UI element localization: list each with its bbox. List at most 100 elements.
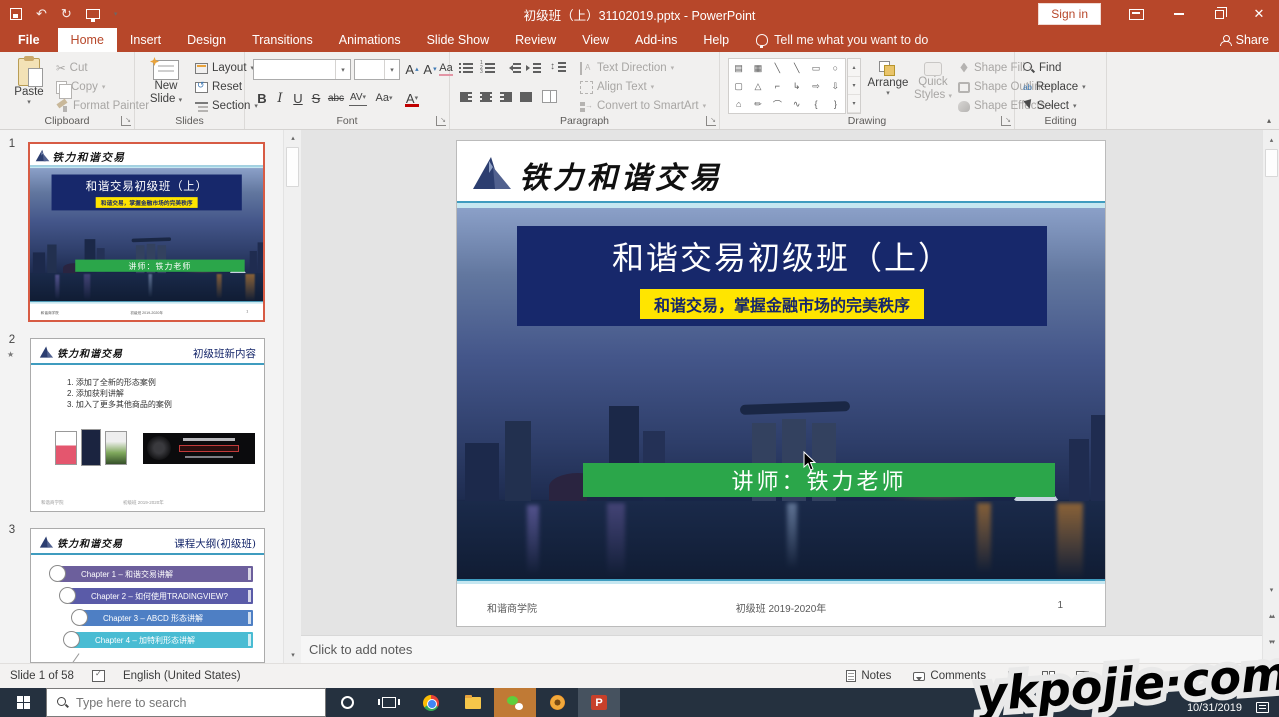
dialog-launcher-paragraph[interactable]: ↘ xyxy=(706,116,716,126)
tab-file[interactable]: File xyxy=(0,28,58,52)
italic-button[interactable]: I xyxy=(271,88,289,108)
numbering-icon[interactable] xyxy=(480,61,496,75)
taskbar-search[interactable] xyxy=(46,688,326,717)
language-indicator[interactable]: English (United States) xyxy=(123,670,241,682)
slide-title-box[interactable]: 和谐交易初级班（上） 和谐交易，掌握金融市场的完美秩序 xyxy=(517,226,1047,326)
align-center-icon[interactable] xyxy=(478,90,494,104)
thumbnail-slide-3[interactable]: 铁力和谐交易 课程大纲(初级班) Chapter 1 – 和谐交易讲解 Chap… xyxy=(30,528,265,663)
tab-help[interactable]: Help xyxy=(690,28,742,52)
shape-arrow-line[interactable]: ╲ xyxy=(787,59,806,77)
shape-left-brace[interactable]: { xyxy=(806,95,825,113)
scrollbar-thumb[interactable] xyxy=(1265,149,1278,177)
search-input[interactable] xyxy=(76,696,296,710)
tab-addins[interactable]: Add-ins xyxy=(622,28,690,52)
scrollbar-thumb[interactable] xyxy=(286,147,299,187)
customize-qat-icon[interactable]: ▾ xyxy=(114,11,118,18)
justify-icon[interactable] xyxy=(518,90,534,104)
collapse-ribbon-button[interactable]: ▴ xyxy=(1267,116,1271,125)
powerpoint-taskbar-button[interactable]: P xyxy=(578,688,620,717)
minimize-button[interactable] xyxy=(1159,0,1199,28)
dialog-launcher-drawing[interactable]: ↘ xyxy=(1001,116,1011,126)
chrome-taskbar-button[interactable] xyxy=(410,688,452,717)
align-text-button[interactable]: Align Text ▾ xyxy=(580,78,654,96)
tab-design[interactable]: Design xyxy=(174,28,239,52)
thumbnail-scrollbar[interactable]: ▴ ▾ xyxy=(283,130,301,663)
sign-in-button[interactable]: Sign in xyxy=(1038,3,1101,25)
taskbar-date[interactable]: 10/31/2019 xyxy=(1187,702,1242,714)
character-spacing-button[interactable]: AV▾ xyxy=(349,90,367,106)
main-vertical-scrollbar[interactable]: ▴ ▾ ▴▴ ▾▾ xyxy=(1262,130,1279,663)
skyline-photo[interactable]: 和谐交易初级班（上） 和谐交易，掌握金融市场的完美秩序 讲师：铁力老师 xyxy=(457,208,1105,581)
footer-slide-number[interactable]: 1 xyxy=(1057,600,1063,611)
convert-smartart-button[interactable]: Convert to SmartArt ▾ xyxy=(580,97,706,115)
scroll-down-arrow[interactable]: ▾ xyxy=(284,647,302,663)
text-shadow-button[interactable]: S xyxy=(307,88,325,108)
select-button[interactable]: Select ▾ xyxy=(1023,97,1076,115)
taskbar-clock-area[interactable]: 10/31/2019 xyxy=(1187,688,1279,717)
scroll-down-arrow[interactable]: ▾ xyxy=(1263,582,1279,598)
bullets-icon[interactable] xyxy=(458,61,474,75)
file-explorer-taskbar-button[interactable] xyxy=(452,688,494,717)
notification-center-icon[interactable] xyxy=(1256,702,1269,713)
tab-insert[interactable]: Insert xyxy=(117,28,174,52)
start-from-beginning-icon[interactable] xyxy=(86,9,100,19)
tab-view[interactable]: View xyxy=(569,28,622,52)
shapes-gallery-more[interactable]: ▾ xyxy=(848,95,860,113)
shape-textbox[interactable]: ▤ xyxy=(729,59,748,77)
shape-triangle[interactable]: △ xyxy=(748,77,767,95)
tab-slideshow[interactable]: Slide Show xyxy=(414,28,503,52)
shape-oval[interactable]: ○ xyxy=(826,59,845,77)
slide-editor[interactable]: 铁力和谐交易 xyxy=(456,140,1106,627)
arrange-button[interactable]: Arrange ▾ xyxy=(865,56,911,116)
paste-button[interactable]: Paste ▾ xyxy=(6,56,52,116)
shape-elbow[interactable]: ⌐ xyxy=(768,77,787,95)
decrease-indent-icon[interactable] xyxy=(506,61,522,75)
reset-button[interactable]: Reset xyxy=(195,78,242,96)
find-button[interactable]: Find xyxy=(1023,59,1061,77)
slide-canvas[interactable]: 铁力和谐交易 xyxy=(301,130,1262,635)
replace-button[interactable]: ab Replace ▾ xyxy=(1023,78,1086,96)
notes-placeholder[interactable]: Click to add notes xyxy=(309,642,412,657)
normal-view-button[interactable] xyxy=(1008,671,1020,681)
shape-right-brace[interactable]: } xyxy=(826,95,845,113)
tell-me-box[interactable]: Tell me what you want to do xyxy=(756,28,928,52)
underline-button[interactable]: U xyxy=(289,88,307,108)
previous-slide-button[interactable]: ▴▴ xyxy=(1263,608,1279,624)
shapes-scroll-up[interactable]: ▴ xyxy=(848,59,860,77)
tab-transitions[interactable]: Transitions xyxy=(239,28,326,52)
share-button[interactable]: Share xyxy=(1220,28,1269,52)
shape-rectangle[interactable]: ▭ xyxy=(806,59,825,77)
comments-toggle-button[interactable]: Comments xyxy=(913,670,986,682)
cortana-button[interactable] xyxy=(326,688,368,717)
align-right-icon[interactable] xyxy=(498,90,514,104)
new-slide-button[interactable]: NewSlide ▾ xyxy=(143,56,189,116)
slide-subtitle[interactable]: 和谐交易，掌握金融市场的完美秩序 xyxy=(640,289,924,319)
scroll-up-arrow[interactable]: ▴ xyxy=(284,130,302,146)
shape-placeholder[interactable]: ▦ xyxy=(748,59,767,77)
ribbon-display-options-button[interactable] xyxy=(1119,0,1159,28)
align-left-icon[interactable] xyxy=(458,90,474,104)
line-spacing-icon[interactable] xyxy=(550,61,566,75)
slide-title[interactable]: 和谐交易初级班（上） xyxy=(612,233,952,279)
shape-rounded-rectangle[interactable]: ▢ xyxy=(729,77,748,95)
task-view-button[interactable] xyxy=(368,688,410,717)
thumbnail-slide-2[interactable]: 铁力和谐交易 初级班新内容 1. 添加了全新的形态案例 2. 添加获利讲解 3.… xyxy=(30,338,265,512)
change-case-button[interactable]: Aa▾ xyxy=(375,88,393,108)
font-name-combobox[interactable]: ▾ xyxy=(253,59,351,80)
next-slide-button[interactable]: ▾▾ xyxy=(1263,634,1279,650)
shape-freeform[interactable]: ⌂ xyxy=(729,95,748,113)
shapes-scroll-down[interactable]: ▾ xyxy=(848,77,860,95)
save-icon[interactable] xyxy=(10,8,22,20)
undo-icon[interactable]: ↶ xyxy=(36,6,47,22)
presenter-bar[interactable]: 讲师：铁力老师 xyxy=(583,463,1055,497)
text-direction-button[interactable]: Text Direction ▾ xyxy=(580,59,674,77)
shape-line[interactable]: ╲ xyxy=(768,59,787,77)
chevron-down-icon[interactable]: ▾ xyxy=(335,60,350,79)
close-button[interactable]: ✕ xyxy=(1239,0,1279,28)
quick-styles-button[interactable]: QuickStyles ▾ xyxy=(910,56,956,116)
font-size-combobox[interactable]: ▾ xyxy=(354,59,400,80)
copy-button[interactable]: Copy ▾ xyxy=(56,78,105,96)
shape-arc[interactable]: ⌒ xyxy=(768,95,787,113)
chevron-down-icon[interactable]: ▾ xyxy=(384,60,399,79)
shape-curve[interactable]: ∿ xyxy=(787,95,806,113)
